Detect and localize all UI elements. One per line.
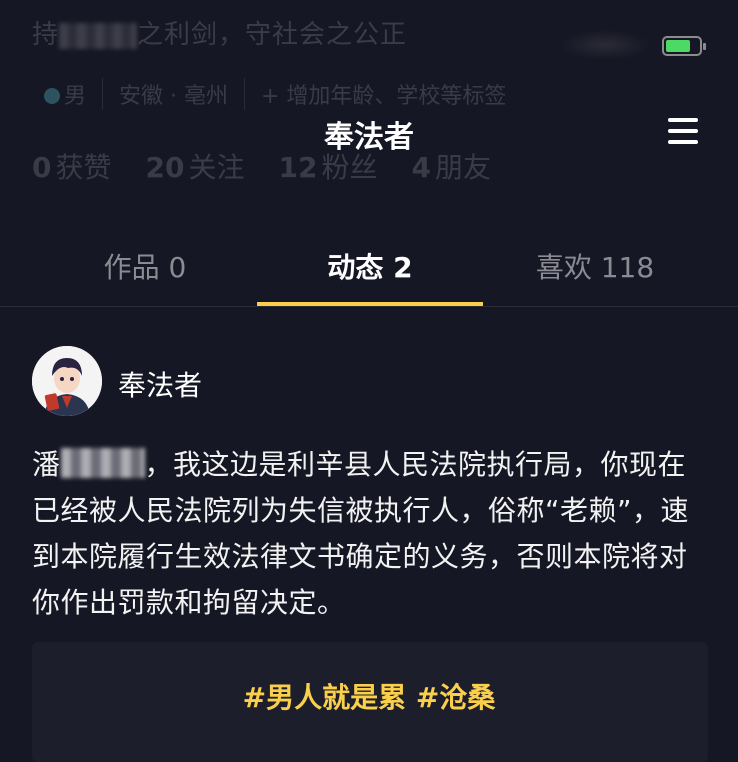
battery-icon: [662, 36, 706, 56]
page-title: 奉法者: [324, 120, 414, 155]
tab-likes[interactable]: 喜欢 118: [482, 246, 708, 286]
post-hashtags[interactable]: #男人就是累 #沧桑: [0, 676, 738, 716]
avatar-cartoon-icon: [32, 346, 102, 416]
bio-start: 持: [32, 20, 60, 50]
profile-tags: 男 安徽 · 亳州 + 增加年龄、学校等标签: [44, 78, 522, 110]
blurred-text: [59, 22, 138, 49]
blurred-name: [60, 448, 145, 478]
tab-activity[interactable]: 动态 2: [257, 246, 483, 286]
post-text: 潘，我这边是利辛县人民法院执行局，你现在已经被人民法院列为失信被执行人，俗称“老…: [32, 442, 702, 626]
tab-bar: 作品 0 动态 2 喜欢 118: [0, 232, 738, 307]
active-tab-indicator: [257, 302, 483, 306]
avatar[interactable]: [32, 346, 102, 416]
hamburger-menu-icon[interactable]: [668, 118, 698, 144]
battery-fill: [666, 40, 690, 52]
gender-tag: 男: [44, 78, 102, 110]
location-tag: 安徽 · 亳州: [102, 78, 244, 110]
tab-works[interactable]: 作品 0: [32, 246, 258, 286]
post-name-prefix: 潘: [32, 448, 61, 481]
person-icon: [44, 88, 60, 104]
add-tags-link[interactable]: + 增加年龄、学校等标签: [244, 78, 522, 110]
bio-end: 之利剑，守社会之公正: [137, 20, 408, 50]
status-blur: [560, 30, 650, 60]
post-author-name[interactable]: 奉法者: [118, 364, 202, 404]
profile-bio: 持 之利剑，守社会之公正: [32, 14, 407, 51]
